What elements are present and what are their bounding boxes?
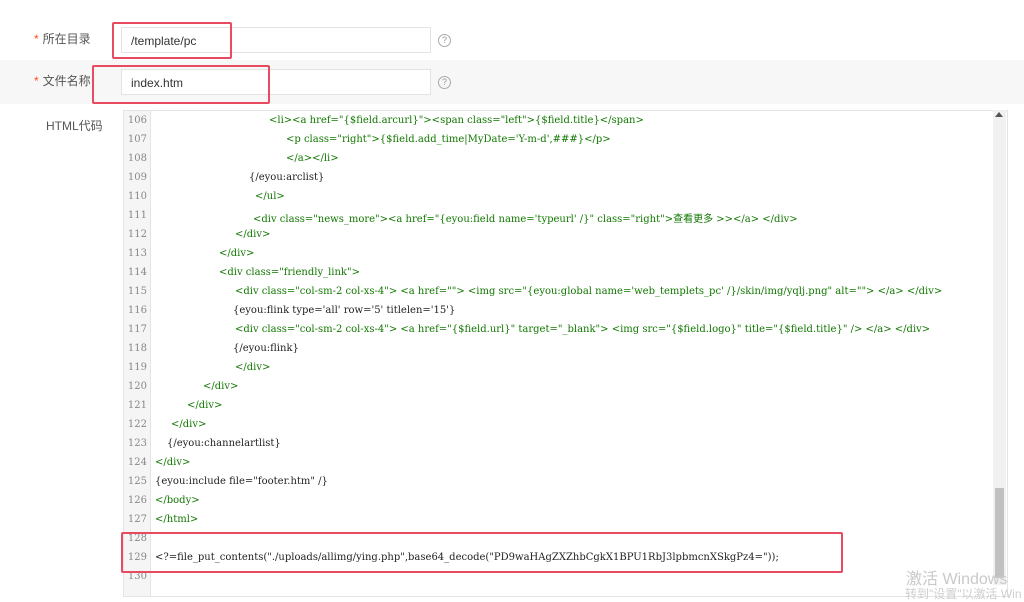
code-text: </ul> bbox=[255, 191, 285, 202]
code-line-111[interactable]: 111 <div class="news_more"><a href="{eyo… bbox=[124, 206, 1007, 225]
line-number: 109 bbox=[127, 172, 147, 183]
code-text: {eyou:include file="footer.htm" /} bbox=[155, 476, 328, 487]
filename-label-text: 文件名称 bbox=[42, 74, 91, 88]
line-number: 129 bbox=[127, 552, 147, 563]
code-line-121[interactable]: 121 </div> bbox=[124, 396, 1007, 415]
code-text: {eyou:flink type='all' row='5' titlelen=… bbox=[233, 305, 456, 316]
editor-scrollbar[interactable] bbox=[993, 110, 1006, 585]
scroll-up-arrow-icon[interactable] bbox=[995, 112, 1003, 117]
code-text: </div> bbox=[219, 248, 255, 259]
directory-label: * 所在目录 bbox=[34, 30, 91, 47]
code-line-128[interactable]: 128 bbox=[124, 529, 1007, 548]
code-text: </html> bbox=[155, 514, 199, 525]
code-text: <div class="news_more"><a href="{eyou:fi… bbox=[253, 214, 798, 225]
code-text: </a></li> bbox=[286, 153, 339, 164]
help-icon[interactable]: ? bbox=[438, 76, 451, 89]
code-text: {/eyou:arclist} bbox=[249, 172, 325, 183]
code-line-114[interactable]: 114 <div class="friendly_link"> bbox=[124, 263, 1007, 282]
line-number: 112 bbox=[127, 229, 147, 240]
code-line-125[interactable]: 125 {eyou:include file="footer.htm" /} bbox=[124, 472, 1007, 491]
code-text: </div> bbox=[235, 229, 271, 240]
line-number: 120 bbox=[127, 381, 147, 392]
line-number: 108 bbox=[127, 153, 147, 164]
code-text: <p class="right">{$field.add_time|MyDate… bbox=[286, 134, 611, 145]
line-number: 110 bbox=[127, 191, 147, 202]
line-number: 107 bbox=[127, 134, 147, 145]
line-number: 128 bbox=[127, 533, 147, 544]
directory-input[interactable]: /template/pc bbox=[121, 27, 431, 53]
code-line-116[interactable]: 116 {eyou:flink type='all' row='5' title… bbox=[124, 301, 1007, 320]
line-number: 124 bbox=[127, 457, 147, 468]
code-line-122[interactable]: 122 </div> bbox=[124, 415, 1007, 434]
code-text: {/eyou:flink} bbox=[233, 343, 299, 354]
code-line-127[interactable]: 127 </html> bbox=[124, 510, 1007, 529]
help-icon[interactable]: ? bbox=[438, 34, 451, 47]
code-line-126[interactable]: 126 </body> bbox=[124, 491, 1007, 510]
line-number: 117 bbox=[127, 324, 147, 335]
line-number: 125 bbox=[127, 476, 147, 487]
code-line-118[interactable]: 118 {/eyou:flink} bbox=[124, 339, 1007, 358]
required-mark: * bbox=[34, 32, 39, 46]
code-line-113[interactable]: 113 </div> bbox=[124, 244, 1007, 263]
line-number: 127 bbox=[127, 514, 147, 525]
code-text: </div> bbox=[203, 381, 239, 392]
code-editor[interactable]: 106 <li><a href="{$field.arcurl}"><span … bbox=[123, 110, 1008, 597]
code-text: <li><a href="{$field.arcurl}"><span clas… bbox=[269, 115, 644, 126]
code-line-109[interactable]: 109 {/eyou:arclist} bbox=[124, 168, 1007, 187]
line-number: 126 bbox=[127, 495, 147, 506]
directory-label-text: 所在目录 bbox=[42, 32, 91, 46]
code-text: </div> bbox=[171, 419, 207, 430]
html-code-label: HTML代码 bbox=[46, 119, 103, 133]
code-text: </div> bbox=[187, 400, 223, 411]
code-line-115[interactable]: 115 <div class="col-sm-2 col-xs-4"> <a h… bbox=[124, 282, 1007, 301]
line-number: 115 bbox=[127, 286, 147, 297]
code-text: </body> bbox=[155, 495, 200, 506]
code-line-124[interactable]: 124 </div> bbox=[124, 453, 1007, 472]
code-line-129[interactable]: 129 <?=file_put_contents("./uploads/alli… bbox=[124, 548, 1007, 567]
line-number: 114 bbox=[127, 267, 147, 278]
line-number: 123 bbox=[127, 438, 147, 449]
code-text: <div class="col-sm-2 col-xs-4"> <a href=… bbox=[235, 324, 931, 335]
line-number: 113 bbox=[127, 248, 147, 259]
windows-watermark-subtitle: 转到"设置"以激活 Win bbox=[905, 587, 1022, 601]
filename-label: * 文件名称 bbox=[34, 72, 91, 89]
line-number: 116 bbox=[127, 305, 147, 316]
code-line-108[interactable]: 108 </a></li> bbox=[124, 149, 1007, 168]
code-line-123[interactable]: 123 {/eyou:channelartlist} bbox=[124, 434, 1007, 453]
code-line-120[interactable]: 120 </div> bbox=[124, 377, 1007, 396]
directory-row: * 所在目录 /template/pc ? bbox=[0, 0, 1024, 60]
code-text: <?=file_put_contents("./uploads/allimg/y… bbox=[155, 552, 779, 563]
code-line-119[interactable]: 119 </div> bbox=[124, 358, 1007, 377]
code-text: {/eyou:channelartlist} bbox=[167, 438, 281, 449]
code-line-130[interactable]: 130 bbox=[124, 567, 1007, 586]
line-number: 106 bbox=[127, 115, 147, 126]
line-number: 118 bbox=[127, 343, 147, 354]
code-line-117[interactable]: 117 <div class="col-sm-2 col-xs-4"> <a h… bbox=[124, 320, 1007, 339]
code-line-106[interactable]: 106 <li><a href="{$field.arcurl}"><span … bbox=[124, 111, 1007, 130]
code-text: <div class="friendly_link"> bbox=[219, 267, 360, 278]
required-mark: * bbox=[34, 74, 39, 88]
filename-input[interactable]: index.htm bbox=[121, 69, 431, 95]
code-text: </div> bbox=[155, 457, 191, 468]
code-text: </div> bbox=[235, 362, 271, 373]
code-text: <div class="col-sm-2 col-xs-4"> <a href=… bbox=[235, 286, 943, 297]
code-line-112[interactable]: 112 </div> bbox=[124, 225, 1007, 244]
line-number: 121 bbox=[127, 400, 147, 411]
line-number: 111 bbox=[127, 210, 147, 221]
code-line-107[interactable]: 107 <p class="right">{$field.add_time|My… bbox=[124, 130, 1007, 149]
filename-row: * 文件名称 index.htm ? bbox=[0, 60, 1024, 104]
line-number: 130 bbox=[127, 571, 147, 582]
line-number: 119 bbox=[127, 362, 147, 373]
code-line-110[interactable]: 110 </ul> bbox=[124, 187, 1007, 206]
line-number: 122 bbox=[127, 419, 147, 430]
